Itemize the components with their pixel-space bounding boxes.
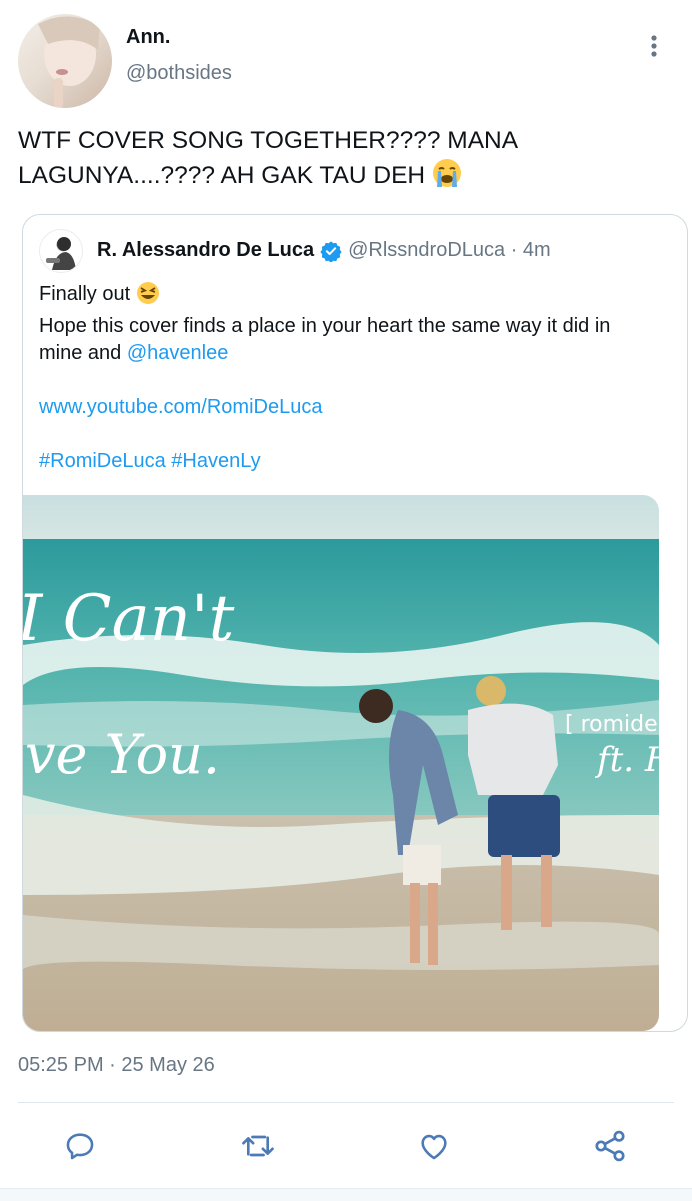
quoted-header: R. Alessandro De Luca @RlssndroDLuca · 4… bbox=[97, 239, 551, 262]
quoted-line1: Finally out bbox=[39, 283, 131, 305]
author-avatar[interactable] bbox=[18, 14, 112, 108]
tweet-timestamp: 05:25 PM · 25 May 26 bbox=[18, 1054, 215, 1076]
retweet-icon bbox=[242, 1135, 274, 1157]
divider bbox=[18, 1102, 674, 1103]
share-icon bbox=[595, 1130, 625, 1162]
quoted-author-avatar[interactable] bbox=[39, 229, 83, 273]
youtube-link[interactable]: www.youtube.com/RomiDeLuca bbox=[39, 394, 659, 421]
action-bar bbox=[0, 1112, 692, 1178]
reply-button[interactable] bbox=[58, 1124, 102, 1168]
hashtags-link[interactable]: #RomiDeLuca #HavenLy bbox=[39, 448, 659, 475]
quoted-text: Finally out Hope this cover finds a plac… bbox=[39, 281, 659, 475]
quoted-line2: Hope this cover finds a place in your he… bbox=[39, 315, 611, 364]
quoted-media-image[interactable]: I Can't ve You. [ romide ft. H bbox=[23, 495, 659, 1031]
grinning-squinting-face-emoji-icon bbox=[136, 281, 160, 313]
media-tag-line2: ft. H bbox=[594, 740, 659, 780]
quoted-handle-time: @RlssndroDLuca · 4m bbox=[348, 239, 551, 261]
media-title-line1: I Can't bbox=[23, 582, 235, 656]
quoted-display-name[interactable]: R. Alessandro De Luca bbox=[97, 239, 314, 262]
tweet-text: WTF COVER SONG TOGETHER???? MANA LAGUNYA… bbox=[18, 124, 658, 198]
reply-icon bbox=[66, 1133, 94, 1160]
media-title-line2: ve You. bbox=[25, 723, 220, 786]
author-display-name[interactable]: Ann. bbox=[126, 26, 170, 49]
bottom-bar bbox=[0, 1188, 692, 1201]
tweet-header: Ann. @bothsides bbox=[0, 0, 692, 120]
quoted-tweet[interactable]: R. Alessandro De Luca @RlssndroDLuca · 4… bbox=[22, 214, 688, 1032]
more-vertical-icon bbox=[651, 35, 657, 57]
verified-icon bbox=[320, 240, 342, 262]
mention-link[interactable]: @havenlee bbox=[127, 342, 228, 364]
like-button[interactable] bbox=[412, 1124, 456, 1168]
share-button[interactable] bbox=[588, 1124, 632, 1168]
like-icon bbox=[421, 1134, 447, 1160]
author-handle[interactable]: @bothsides bbox=[126, 62, 232, 85]
more-options-button[interactable] bbox=[634, 30, 674, 62]
crying-face-emoji-icon bbox=[432, 158, 462, 198]
media-tag-line1: [ romide bbox=[565, 712, 658, 737]
retweet-button[interactable] bbox=[236, 1124, 280, 1168]
